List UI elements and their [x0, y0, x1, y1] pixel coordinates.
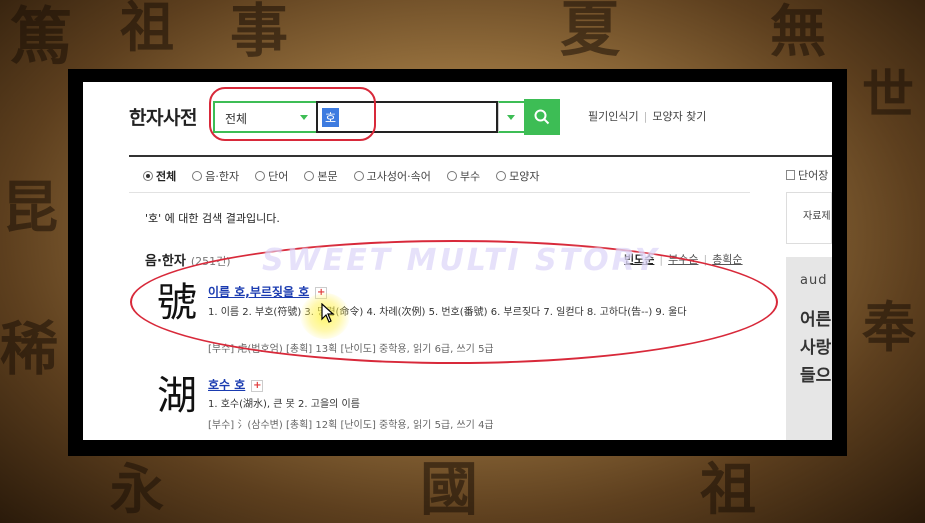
handwriting-input-link[interactable]: 필기인식기	[588, 110, 639, 123]
mouse-cursor-icon	[321, 303, 335, 323]
right-sidebar: 단어장 자료제 aud 어른 사랑 들으	[786, 157, 832, 440]
wordbook-label: 단어장	[798, 169, 829, 182]
filter-sound-hanja[interactable]: 음·한자	[192, 168, 239, 184]
background-glyph: 稀	[0, 315, 59, 383]
entry-meaning: 1. 호수(湖水), 큰 못 2. 고을의 이름	[208, 399, 360, 410]
sort-stroke[interactable]: 총획순	[712, 253, 742, 266]
radio-icon	[304, 171, 315, 181]
radio-icon	[192, 171, 203, 181]
radio-icon	[353, 171, 364, 181]
filter-label: 음·한자	[205, 170, 240, 183]
ad-text: 어른	[800, 310, 832, 330]
filter-shape[interactable]: 모양자	[496, 168, 539, 184]
background-glyph: 夏	[560, 0, 620, 65]
entry-title: 호수 호	[208, 378, 246, 392]
entry-title-link[interactable]: 호수 호 +	[208, 376, 264, 393]
background-glyph: 昆	[2, 175, 58, 241]
ad-brand: aud	[800, 273, 828, 288]
ad-text: 들으	[800, 366, 832, 386]
chevron-down-icon	[507, 115, 515, 120]
filter-text[interactable]: 본문	[304, 168, 338, 184]
background-glyph: 祖	[700, 457, 756, 523]
filter-label: 본문	[317, 170, 338, 183]
site-logo[interactable]: 한자사전	[129, 103, 197, 130]
watermark: SWEET MULTI STORY	[262, 243, 660, 278]
radio-icon	[446, 171, 457, 181]
filter-divider	[129, 192, 750, 193]
wordbook-icon	[786, 170, 795, 180]
wordbook-tab[interactable]: 단어장	[786, 167, 828, 183]
background-glyph: 篤	[10, 0, 73, 73]
shape-search-link[interactable]: 모양자 찾기	[652, 110, 706, 123]
radio-icon	[496, 171, 507, 181]
divider: |	[643, 110, 648, 123]
autocomplete-toggle[interactable]	[498, 101, 524, 133]
add-to-wordbook-icon[interactable]: +	[251, 380, 264, 392]
background-glyph: 國	[420, 455, 479, 523]
sidebar-box-label: 자료제	[803, 211, 831, 222]
background-glyph: 奉	[862, 295, 916, 359]
filter-all[interactable]: 전체	[143, 168, 176, 184]
highlight-search-annotation	[209, 87, 376, 141]
filter-word[interactable]: 단어	[255, 168, 288, 184]
background-glyph: 祖	[120, 0, 174, 59]
entry-meta: [부수] 氵(삼수변) [총획] 12획 [난이도] 중학용, 읽기 5급, 쓰…	[208, 420, 494, 431]
result-summary: '호' 에 대한 검색 결과입니다.	[145, 212, 280, 225]
search-filter-tabs: 전체 음·한자 단어 본문 고사성어·속어 부수 모양자	[143, 168, 555, 184]
background-glyph: 世	[862, 65, 915, 126]
filter-idiom[interactable]: 고사성어·속어	[353, 168, 431, 184]
search-button[interactable]	[524, 99, 560, 135]
hanja-character[interactable]: 湖	[157, 376, 197, 416]
search-tools: 필기인식기 | 모양자 찾기	[588, 108, 706, 124]
search-icon	[534, 109, 550, 125]
header-divider	[129, 155, 832, 157]
section-title-text: 음·한자	[145, 254, 186, 269]
sidebar-box: 자료제	[786, 192, 832, 244]
ad-text: 사랑	[800, 338, 832, 358]
background-glyph: 永	[110, 457, 164, 521]
filter-label: 전체	[156, 170, 177, 183]
filter-label: 부수	[459, 170, 481, 183]
background-glyph: 無	[770, 0, 826, 65]
filter-label: 고사성어·속어	[366, 170, 431, 183]
background-glyph: 事	[230, 0, 289, 65]
radio-selected-icon	[143, 171, 153, 181]
radio-icon	[255, 171, 266, 181]
filter-radical[interactable]: 부수	[446, 168, 481, 184]
filter-label: 단어	[268, 170, 289, 183]
filter-label: 모양자	[509, 170, 540, 183]
advertisement[interactable]: aud 어른 사랑 들으	[786, 257, 832, 440]
